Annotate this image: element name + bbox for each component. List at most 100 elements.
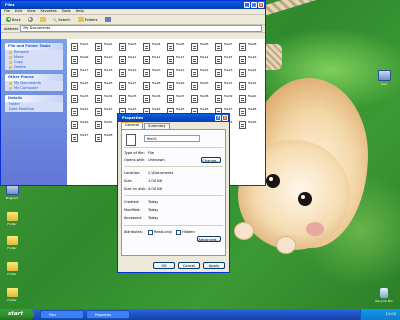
- file-item[interactable]: file06: [191, 42, 213, 51]
- file-item[interactable]: file42: [95, 107, 117, 116]
- file-item[interactable]: file18: [95, 68, 117, 77]
- menu-edit[interactable]: Edit: [15, 9, 22, 14]
- task-pane-header[interactable]: File and Folder Tasks: [5, 43, 63, 50]
- file-item[interactable]: file16: [239, 55, 261, 64]
- file-item[interactable]: file24: [239, 68, 261, 77]
- menu-view[interactable]: View: [27, 9, 36, 14]
- file-item[interactable]: file05: [167, 42, 189, 51]
- folders-button[interactable]: Folders: [76, 17, 100, 23]
- file-item[interactable]: file57: [71, 133, 93, 142]
- close-button[interactable]: ×: [222, 115, 228, 121]
- file-item[interactable]: file27: [119, 81, 141, 90]
- maximize-button[interactable]: □: [251, 2, 257, 8]
- minimize-button[interactable]: _: [244, 2, 250, 8]
- file-item[interactable]: file58: [95, 133, 117, 142]
- file-item[interactable]: file07: [215, 42, 237, 51]
- file-item[interactable]: file08: [239, 42, 261, 51]
- clock[interactable]: 12:00: [386, 312, 396, 316]
- file-item[interactable]: file48: [239, 107, 261, 116]
- file-item[interactable]: file03: [119, 42, 141, 51]
- file-item[interactable]: file23: [215, 68, 237, 77]
- file-item[interactable]: file22: [191, 68, 213, 77]
- advanced-button[interactable]: Advanced...: [197, 236, 221, 242]
- close-button[interactable]: ×: [258, 2, 264, 8]
- file-item[interactable]: file38: [191, 94, 213, 103]
- file-item[interactable]: file30: [191, 81, 213, 90]
- menu-favorites[interactable]: Favorites: [41, 9, 57, 14]
- change-button[interactable]: Change...: [201, 157, 221, 163]
- desktop-icon[interactable]: Recycle Bin: [372, 288, 396, 303]
- file-name-field[interactable]: file01: [144, 135, 200, 142]
- file-item[interactable]: file11: [119, 55, 141, 64]
- file-item[interactable]: file32: [239, 81, 261, 90]
- file-item[interactable]: file25: [71, 81, 93, 90]
- file-item[interactable]: file13: [167, 55, 189, 64]
- readonly-checkbox[interactable]: Read-only: [148, 229, 172, 235]
- file-item[interactable]: file09: [71, 55, 93, 64]
- file-item[interactable]: file56: [239, 120, 261, 129]
- desktop-icon[interactable]: Folder: [0, 288, 24, 302]
- file-item[interactable]: file39: [215, 94, 237, 103]
- taskbar-item-explorer[interactable]: Files: [40, 310, 84, 319]
- file-item[interactable]: file21: [167, 68, 189, 77]
- folder-icon: [6, 236, 18, 245]
- file-item[interactable]: file12: [143, 55, 165, 64]
- task-link[interactable]: Delete: [5, 65, 63, 70]
- file-item[interactable]: file36: [143, 94, 165, 103]
- file-item[interactable]: file41: [71, 107, 93, 116]
- file-name: file33: [80, 94, 89, 98]
- file-item[interactable]: file17: [71, 68, 93, 77]
- desktop-icon[interactable]: Program: [0, 184, 24, 200]
- up-folder-button[interactable]: [38, 17, 48, 23]
- task-pane-header[interactable]: Other Places: [5, 74, 63, 81]
- forward-button[interactable]: ▶: [26, 17, 35, 23]
- file-item[interactable]: file02: [95, 42, 117, 51]
- file-item[interactable]: file40: [239, 94, 261, 103]
- apply-button[interactable]: Apply: [203, 262, 225, 269]
- file-item[interactable]: file37: [167, 94, 189, 103]
- menu-help[interactable]: Help: [76, 9, 84, 14]
- file-item[interactable]: file49: [71, 120, 93, 129]
- file-item[interactable]: file20: [143, 68, 165, 77]
- menu-file[interactable]: File: [4, 9, 10, 14]
- desktop-icon[interactable]: Folder: [0, 236, 24, 250]
- file-item[interactable]: file10: [95, 55, 117, 64]
- file-item[interactable]: file26: [95, 81, 117, 90]
- taskbar-item-properties[interactable]: Properties: [86, 310, 130, 319]
- address-input[interactable]: My Documents: [20, 25, 262, 32]
- file-item[interactable]: file34: [95, 94, 117, 103]
- file-item[interactable]: file50: [95, 120, 117, 129]
- hidden-checkbox[interactable]: Hidden: [176, 229, 195, 235]
- menu-tools[interactable]: Tools: [62, 9, 71, 14]
- start-button[interactable]: start: [0, 309, 34, 320]
- explorer-titlebar[interactable]: Files _ □ ×: [1, 1, 265, 9]
- folder-icon: [6, 262, 18, 271]
- search-button[interactable]: 🔍 Search: [51, 17, 73, 23]
- file-item[interactable]: file28: [143, 81, 165, 90]
- desktop-icon[interactable]: Folder: [0, 212, 24, 226]
- file-name: file25: [80, 81, 89, 85]
- file-item[interactable]: file33: [71, 94, 93, 103]
- ok-button[interactable]: OK: [153, 262, 175, 269]
- file-item[interactable]: file15: [215, 55, 237, 64]
- file-item[interactable]: file31: [215, 81, 237, 90]
- properties-titlebar[interactable]: Properties ? ×: [118, 114, 229, 122]
- file-item[interactable]: file14: [191, 55, 213, 64]
- document-icon: [239, 108, 246, 116]
- file-item[interactable]: file01: [71, 42, 93, 51]
- help-button[interactable]: ?: [215, 115, 221, 121]
- file-item[interactable]: file35: [119, 94, 141, 103]
- place-link[interactable]: My Computer: [5, 86, 63, 91]
- tab-general[interactable]: General: [121, 121, 144, 129]
- folder-icon: [6, 288, 18, 297]
- task-pane-header[interactable]: Details: [5, 95, 63, 102]
- views-button[interactable]: [103, 17, 113, 23]
- file-item[interactable]: file04: [143, 42, 165, 51]
- cancel-button[interactable]: Cancel: [178, 262, 200, 269]
- desktop-icon[interactable]: Folder: [0, 262, 24, 276]
- desktop-icon[interactable]: Icon: [372, 70, 396, 86]
- file-item[interactable]: file19: [119, 68, 141, 77]
- back-button[interactable]: ◀ Back: [4, 17, 23, 23]
- file-item[interactable]: file29: [167, 81, 189, 90]
- prop-row: Location: C:\Documents: [124, 171, 174, 175]
